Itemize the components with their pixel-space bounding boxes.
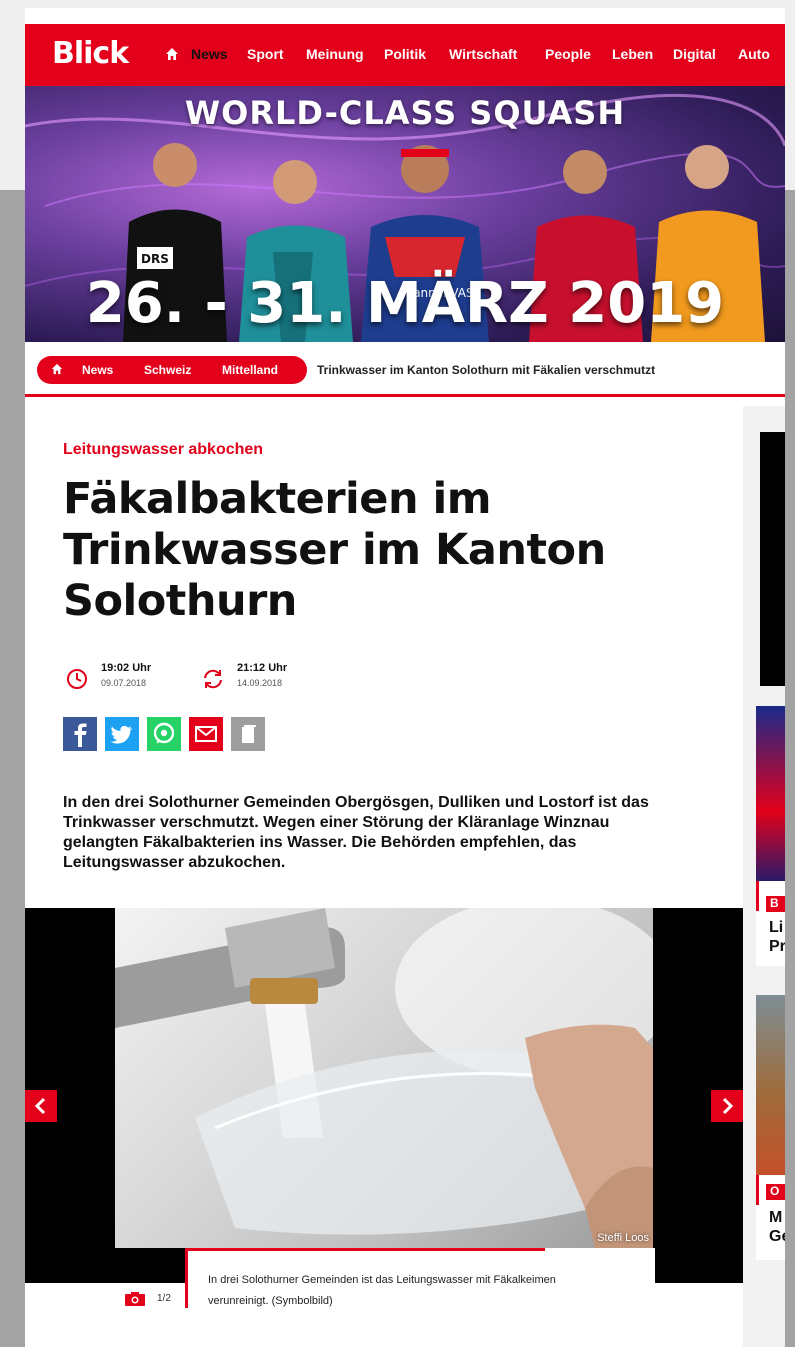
sidebar-teaser-1-tag: B <box>766 896 785 912</box>
sidebar-teaser-1-line-1[interactable]: Li <box>769 918 785 937</box>
updated-time: 21:12 Uhr <box>237 662 288 674</box>
headline-line-3: Solothurn <box>63 576 297 626</box>
gallery-next-button[interactable] <box>711 1090 743 1122</box>
nav-sport[interactable]: Sport <box>247 46 284 62</box>
gallery-previous-button[interactable] <box>25 1090 57 1122</box>
headline-line-1: Fäkalbakterien im <box>63 474 492 524</box>
breadcrumb-home-icon[interactable] <box>51 363 63 375</box>
article-kicker: Leitungswasser abkochen <box>63 441 264 458</box>
photo-caption: In drei Solothurner Gemeinden ist das Le… <box>208 1270 668 1312</box>
headline-line-2: Trinkwasser im Kanton <box>63 525 606 575</box>
published-time: 19:02 Uhr <box>101 662 152 674</box>
nav-wirtschaft[interactable]: Wirtschaft <box>449 46 517 62</box>
camera-icon <box>125 1292 145 1306</box>
breadcrumb-current: Trinkwasser im Kanton Solothurn mit Fäka… <box>317 363 656 377</box>
ad-dates: 26. - 31. MÄRZ 2019 <box>85 271 725 336</box>
sidebar-teaser-2-tag: O <box>766 1184 785 1200</box>
breadcrumb-schweiz[interactable]: Schweiz <box>144 363 191 377</box>
facebook-share-button[interactable] <box>63 717 97 751</box>
nav-people[interactable]: People <box>545 46 591 62</box>
copy-link-button[interactable] <box>231 717 265 751</box>
home-icon[interactable] <box>165 47 179 61</box>
nav-leben[interactable]: Leben <box>612 46 653 62</box>
email-share-button[interactable] <box>189 717 223 751</box>
sidebar-video-ad[interactable] <box>760 432 785 686</box>
breadcrumb: News Schweiz Mittelland Trinkwasser im K… <box>25 356 785 386</box>
updated-date: 14.09.2018 <box>237 678 283 688</box>
published-date: 09.07.2018 <box>101 678 147 688</box>
sidebar-teaser-image-1[interactable] <box>756 706 785 881</box>
article-headline: Fäkalbakterien im Trinkwasser im Kanton … <box>63 474 703 627</box>
clock-icon <box>67 669 87 689</box>
ad-title: WORLD-CLASS SQUASH <box>184 94 626 132</box>
sidebar-teaser-2-accent <box>756 1175 759 1205</box>
breadcrumb-mittelland[interactable]: Mittelland <box>222 363 278 377</box>
tap-water-illustration <box>115 908 653 1248</box>
player-1-jersey-label: DRS <box>141 252 169 266</box>
copy-icon <box>242 727 254 743</box>
breadcrumb-pill: News Schweiz Mittelland <box>37 356 307 384</box>
nav-auto[interactable]: Auto <box>738 46 770 62</box>
photo-gallery[interactable]: Steffi Loos In drei Solothurner Gemeinde… <box>25 908 743 1333</box>
sidebar-teaser-2-line-2[interactable]: Ge <box>769 1227 785 1246</box>
sidebar-teaser-1-line-2[interactable]: Pr <box>769 937 785 956</box>
top-navigation: Blick News Sport Meinung Politik Wirtsch… <box>25 24 785 86</box>
page: Blick News Sport Meinung Politik Wirtsch… <box>25 8 785 1347</box>
nav-politik[interactable]: Politik <box>384 46 426 62</box>
sidebar-teaser-2-line-1[interactable]: M <box>769 1208 785 1227</box>
sidebar-teaser-1-accent <box>756 881 759 911</box>
blick-logo[interactable]: Blick <box>52 36 129 71</box>
sidebar-teaser-image-2[interactable] <box>756 995 785 1175</box>
nav-news[interactable]: News <box>191 46 228 62</box>
nav-digital[interactable]: Digital <box>673 46 716 62</box>
gallery-photo[interactable]: Steffi Loos <box>115 908 653 1248</box>
squash-ad-banner[interactable]: DRS channel VAS WORLD-CLASS SQUASH 26. -… <box>25 86 785 342</box>
breadcrumb-divider <box>25 394 785 397</box>
refresh-icon <box>204 669 222 689</box>
breadcrumb-news[interactable]: News <box>82 363 113 377</box>
nav-meinung[interactable]: Meinung <box>306 46 364 62</box>
caption-accent-horizontal <box>185 1248 545 1251</box>
caption-line-1: In drei Solothurner Gemeinden ist das Le… <box>208 1274 556 1286</box>
caption-accent-vertical <box>185 1248 188 1308</box>
article-lead: In den drei Solothurner Gemeinden Obergö… <box>63 794 649 871</box>
photo-credit: Steffi Loos <box>597 1232 649 1244</box>
photo-counter: 1/2 <box>157 1293 171 1304</box>
twitter-share-button[interactable] <box>105 717 139 751</box>
caption-line-2: verunreinigt. (Symbolbild) <box>208 1295 333 1307</box>
whatsapp-share-button[interactable] <box>147 717 181 751</box>
